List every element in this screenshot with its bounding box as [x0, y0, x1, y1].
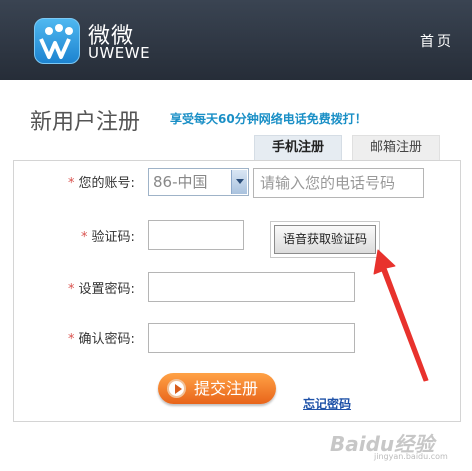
- submit-register-button[interactable]: 提交注册: [158, 373, 276, 404]
- page-title: 新用户注册: [30, 110, 141, 135]
- logo-text-en[interactable]: UWEWE: [88, 44, 150, 62]
- tab-email-register[interactable]: 邮箱注册: [352, 135, 440, 161]
- top-header-bar: 微微 UWEWE 首页: [0, 0, 472, 80]
- submit-register-label: 提交注册: [194, 379, 259, 398]
- required-mark: *: [81, 230, 88, 245]
- tab-phone-register[interactable]: 手机注册: [254, 135, 342, 161]
- home-link[interactable]: 首页: [420, 31, 454, 51]
- confirm-password-label: * 确认密码:: [68, 332, 135, 347]
- promo-text: 享受每天60分钟网络电话免费拨打！: [170, 112, 367, 126]
- chevron-down-icon[interactable]: [231, 170, 247, 194]
- voice-code-button[interactable]: 语音获取验证码: [274, 225, 376, 254]
- account-label: * 您的账号:: [68, 176, 135, 191]
- password-label: * 设置密码:: [68, 282, 135, 297]
- phone-number-input[interactable]: 请输入您的电话号码: [253, 168, 424, 198]
- play-arrow-icon: [167, 379, 186, 398]
- confirm-password-input[interactable]: [148, 323, 355, 353]
- country-code-value: 86-中国: [153, 173, 208, 191]
- code-label: * 验证码:: [81, 230, 135, 245]
- required-mark: *: [68, 282, 75, 297]
- voice-code-button-frame: 语音获取验证码: [270, 221, 380, 258]
- country-code-select[interactable]: 86-中国: [148, 168, 249, 196]
- watermark-url: jingyan.baidu.com: [374, 452, 448, 461]
- required-mark: *: [68, 176, 75, 191]
- password-input[interactable]: [148, 272, 355, 302]
- required-mark: *: [68, 332, 75, 347]
- forgot-password-link[interactable]: 忘记密码: [303, 395, 351, 412]
- logo-icon[interactable]: [34, 18, 80, 64]
- verification-code-input[interactable]: [148, 220, 244, 250]
